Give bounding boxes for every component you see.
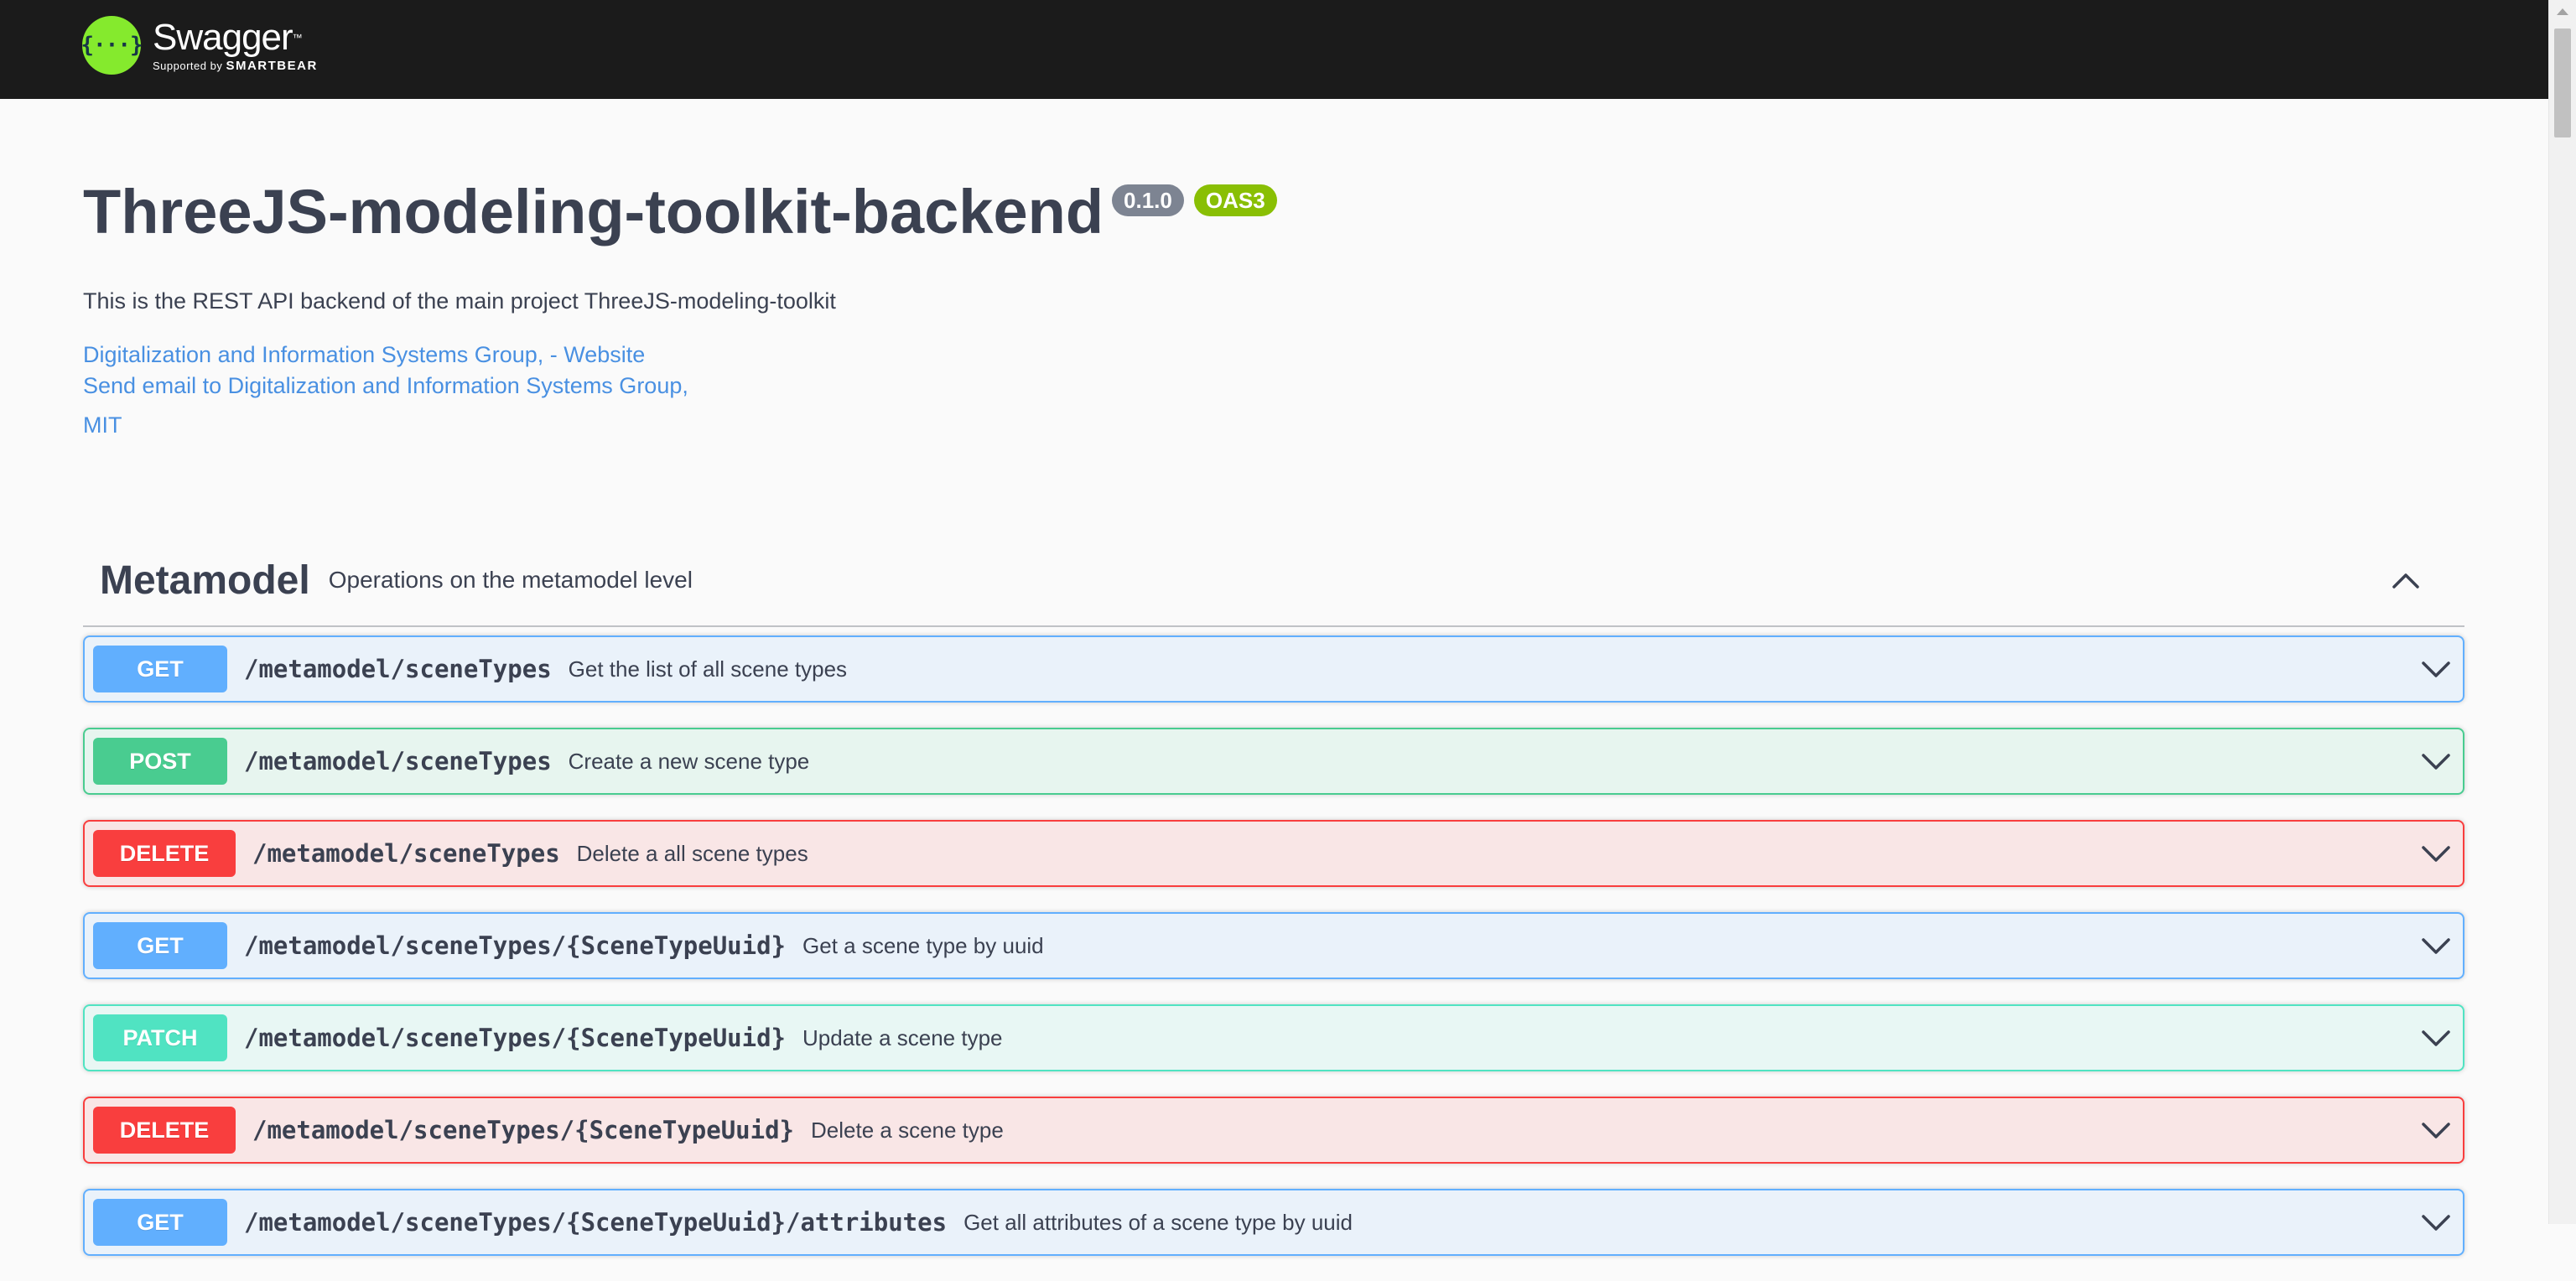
chevron-down-icon[interactable]: [2421, 656, 2451, 682]
contact-links: Digitalization and Information Systems G…: [83, 340, 2464, 402]
operation-path[interactable]: /metamodel/sceneTypes: [244, 747, 552, 775]
page-scrollbar[interactable]: [2548, 0, 2576, 1224]
swagger-brand-link[interactable]: {···} Swagger™ Supported by SMARTBEAR: [80, 15, 318, 75]
license-link[interactable]: MIT: [83, 410, 2464, 441]
operation-path[interactable]: /metamodel/sceneTypes/{SceneTypeUuid}: [244, 1024, 786, 1052]
operation-path[interactable]: /metamodel/sceneTypes/{SceneTypeUuid}: [252, 1116, 794, 1144]
method-badge: GET: [93, 1199, 227, 1246]
method-badge: PATCH: [93, 1014, 227, 1061]
tag-description: Operations on the metamodel level: [328, 567, 693, 593]
brand-supported-by: Supported by SMARTBEAR: [153, 59, 318, 73]
title-row: ThreeJS-modeling-toolkit-backend 0.1.0 O…: [83, 168, 2464, 262]
api-title: ThreeJS-modeling-toolkit-backend: [83, 177, 1104, 246]
brand-supported-text: Supported by: [153, 59, 226, 72]
operations-list: GET/metamodel/sceneTypes Get the list of …: [83, 635, 2464, 1256]
operation-path[interactable]: /metamodel/sceneTypes: [252, 839, 560, 868]
method-badge: DELETE: [93, 830, 236, 877]
method-badge: POST: [93, 738, 227, 785]
operation-summary: Get a scene type by uuid: [802, 932, 1044, 958]
oas-badge: OAS3: [1193, 184, 1277, 216]
swagger-logo-icon: {···}: [80, 16, 143, 75]
operation-summary: Get all attributes of a scene type by uu…: [963, 1209, 1353, 1235]
brand-text: Swagger™ Supported by SMARTBEAR: [153, 18, 318, 73]
operation-summary: Delete a all scene types: [576, 840, 808, 866]
tag-section-metamodel: Metamodel Operations on the metamodel le…: [83, 535, 2464, 1281]
operation-path[interactable]: /metamodel/sceneTypes/{SceneTypeUuid}/at…: [244, 1208, 947, 1237]
operation-summary: Create a new scene type: [568, 748, 810, 774]
topbar: {···} Swagger™ Supported by SMARTBEAR: [0, 0, 2549, 99]
chevron-down-icon[interactable]: [2421, 933, 2451, 958]
operation-path[interactable]: /metamodel/sceneTypes: [244, 655, 552, 683]
method-badge: GET: [93, 646, 227, 692]
brand-name-text: Swagger: [153, 16, 293, 58]
api-description: This is the REST API backend of the main…: [83, 288, 836, 314]
tag-header[interactable]: Metamodel Operations on the metamodel le…: [83, 535, 2464, 627]
tag-name[interactable]: Metamodel: [100, 558, 310, 604]
brand-company: SMARTBEAR: [226, 58, 318, 73]
operation-row-post[interactable]: POST/metamodel/sceneTypes Create a new sc…: [83, 728, 2464, 795]
brand-tm: ™: [292, 31, 303, 44]
scrollbar-thumb[interactable]: [2554, 29, 2571, 137]
operation-summary: Delete a scene type: [811, 1117, 1004, 1143]
chevron-up-icon[interactable]: [2391, 565, 2421, 595]
api-info: ThreeJS-modeling-toolkit-backend 0.1.0 O…: [83, 168, 2464, 441]
operation-row-get[interactable]: GET/metamodel/sceneTypes/{SceneTypeUuid}…: [83, 912, 2464, 979]
operation-summary: Update a scene type: [802, 1024, 1003, 1050]
operation-row-get[interactable]: GET/metamodel/sceneTypes/{SceneTypeUuid}…: [83, 1189, 2464, 1256]
chevron-down-icon[interactable]: [2421, 749, 2451, 774]
version-badge: 0.1.0: [1112, 184, 1184, 216]
operation-row-delete[interactable]: DELETE/metamodel/sceneTypes Delete a all …: [83, 820, 2464, 887]
operation-row-delete[interactable]: DELETE/metamodel/sceneTypes/{SceneTypeUu…: [83, 1097, 2464, 1164]
method-badge: DELETE: [93, 1107, 236, 1154]
chevron-down-icon[interactable]: [2421, 1210, 2451, 1235]
chevron-down-icon[interactable]: [2421, 1118, 2451, 1143]
operation-path[interactable]: /metamodel/sceneTypes/{SceneTypeUuid}: [244, 931, 786, 960]
operation-summary: Get the list of all scene types: [568, 656, 848, 682]
email-link[interactable]: Send email to Digitalization and Informa…: [83, 371, 2464, 402]
chevron-down-icon[interactable]: [2421, 841, 2451, 866]
operation-row-patch[interactable]: PATCH/metamodel/sceneTypes/{SceneTypeUui…: [83, 1004, 2464, 1071]
operation-row-get[interactable]: GET/metamodel/sceneTypes Get the list of …: [83, 635, 2464, 703]
website-link[interactable]: Digitalization and Information Systems G…: [83, 340, 2464, 371]
scroll-up-arrow-icon[interactable]: [2557, 8, 2568, 15]
chevron-down-icon[interactable]: [2421, 1025, 2451, 1050]
method-badge: GET: [93, 922, 227, 969]
brand-name: Swagger™: [153, 18, 318, 57]
